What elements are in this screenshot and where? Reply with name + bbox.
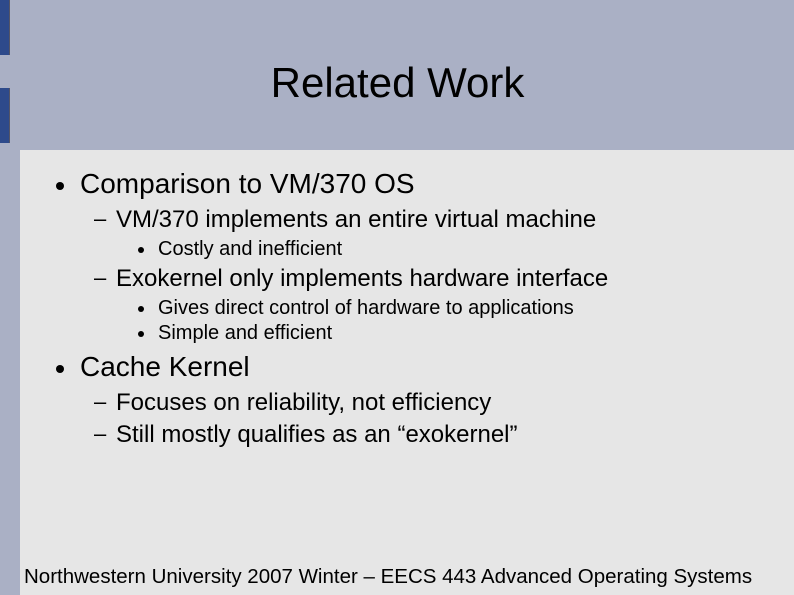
slide-title: Related Work	[271, 59, 525, 107]
outline-l3-item: Costly and inefficient	[116, 238, 764, 261]
outline-l3-text: Simple and efficient	[158, 322, 332, 344]
outline-l3: Costly and inefficient	[116, 238, 764, 261]
outline-l1-text: Cache Kernel	[80, 351, 250, 382]
decorative-left-bars	[0, 0, 20, 170]
outline-l3-text: Gives direct control of hardware to appl…	[158, 297, 574, 319]
outline-l2-item: Still mostly qualifies as an “exokernel”	[80, 421, 764, 449]
slide-body: Comparison to VM/370 OS VM/370 implement…	[20, 150, 794, 553]
decorative-bar	[0, 0, 10, 55]
outline-l1-item: Cache Kernel Focuses on reliability, not…	[50, 351, 764, 449]
footer-text: Northwestern University 2007 Winter – EE…	[24, 565, 752, 589]
outline-l2-text: Still mostly qualifies as an “exokernel”	[116, 421, 518, 448]
outline-l2-item: Exokernel only implements hardware inter…	[80, 265, 764, 345]
outline-l1-item: Comparison to VM/370 OS VM/370 implement…	[50, 168, 764, 345]
outline-root: Comparison to VM/370 OS VM/370 implement…	[50, 168, 764, 449]
outline-l2: VM/370 implements an entire virtual mach…	[80, 206, 764, 345]
outline-l2-item: Focuses on reliability, not efficiency	[80, 389, 764, 417]
outline-l2-text: VM/370 implements an entire virtual mach…	[116, 206, 596, 233]
outline-l2-item: VM/370 implements an entire virtual mach…	[80, 206, 764, 261]
outline-l2: Focuses on reliability, not efficiency S…	[80, 389, 764, 449]
outline-l3-text: Costly and inefficient	[158, 238, 342, 260]
decorative-bar	[0, 88, 10, 143]
outline-l2-text: Exokernel only implements hardware inter…	[116, 265, 608, 292]
outline-l1-text: Comparison to VM/370 OS	[80, 168, 415, 199]
outline-l3: Gives direct control of hardware to appl…	[116, 297, 764, 345]
outline-l2-text: Focuses on reliability, not efficiency	[116, 389, 491, 416]
outline-l3-item: Simple and efficient	[116, 322, 764, 345]
outline-l3-item: Gives direct control of hardware to appl…	[116, 297, 764, 320]
title-area: Related Work	[20, 20, 775, 145]
slide-footer: Northwestern University 2007 Winter – EE…	[20, 553, 794, 595]
